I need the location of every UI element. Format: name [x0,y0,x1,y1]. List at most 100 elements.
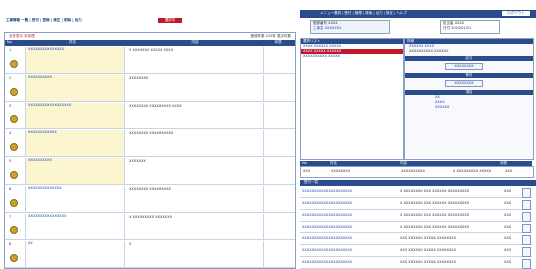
status-icon[interactable] [10,254,18,263]
status-icon[interactable] [10,115,18,124]
list-item-desc: X XXXXXXXX XXX XXXXXX XXXXXXXXX [400,189,470,193]
row-title[interactable]: XXXXXXXXXXXXXXXX [25,213,125,240]
row-title[interactable]: XXXXXXXXXXXXXX [25,185,125,212]
row-description: X XXXXXXXXX XXXXXXX [129,214,172,219]
list-item-name[interactable]: XXXXXXXXXXXXXXXXXXXXX [302,260,397,265]
row-number: 7 [9,214,12,219]
row-status [263,241,294,267]
row-description: X XXXXXXX XXXXX XXXX [129,48,174,52]
table-row[interactable]: 8 XX X [5,240,295,268]
row-title[interactable]: XXXXXXXXXXXXXXXXXX [25,102,125,129]
list-item-status: XXX [504,248,512,253]
top-nav-menu[interactable]: メニュー選択 | 受付 | 管理 | 検索 | 出力 | 設定 | ヘルプ [320,11,490,16]
status-icon[interactable] [10,59,18,68]
section-header: 条件 [405,73,533,78]
mid-table-row[interactable]: XXX XXXXXXXX XXXXXXXXXX X XXXXXXXXX XXXX… [300,166,534,178]
list-item-status: XXX [504,224,512,229]
table-row[interactable]: 3 XXXXXXXXXXXXXXXXXX XXXXXXXX XXXXXXXXX XX… [5,102,295,130]
selection-list: 選択リスト XXXX XXXXXX XXXXX XXXX XXXXX XXXXX… [300,38,404,160]
status-icon[interactable] [10,198,18,207]
row-status [263,47,294,73]
row-action-icon[interactable] [522,247,531,258]
logout-button[interactable]: ログアウト [502,11,530,16]
list-item-name[interactable]: XXXXXXXXXXXXXXXXXXXXX [302,248,397,253]
top-nav-bar: メニュー選択 | 受付 | 管理 | 検索 | 出力 | 設定 | ヘルプ ログ… [300,10,536,18]
list-item-name[interactable]: XXXXXXXXXXXXXXXXXXXXX [302,189,397,194]
row-number: 5 [9,159,12,163]
list-item-status: XXX [504,212,512,217]
info-box-2-sub: 日付 2024/01/01 [443,26,472,30]
section-header: 区分 [405,56,533,61]
table-row[interactable]: 5 XXXXXXXXXX XXXXXXX [5,157,295,185]
table-body: 1 XXXXXXXXXXXXXXX X XXXXXXX XXXXX XXXX 2 XXX… [5,46,295,268]
table-row[interactable]: 4 XXXXXXXXXXXX XXXXXXXX XXXXXXXXXX [5,129,295,157]
list-item-desc: X XXXXXXXX XXX XXXXXX XXXXXXXXX [400,224,470,229]
row-status [263,130,294,156]
left-panel: 全件表示 未処理 登録件数 120件 表示件数 No 件名 内容 状態 1 XXX… [4,32,296,269]
row-title[interactable]: XXXXXXXXXXXXXXX [25,47,125,73]
row-description: XXXXXXX [129,159,146,163]
list-item[interactable]: XXXXXXXXXXXXXXXXXXXXX X XXXXXXXX XXX XXXX… [300,198,532,210]
row-title[interactable]: XXXXXXXXXX [25,158,125,184]
detail-panel: 詳細 XXXXXX XXXX XXXXXXXXXX XXXXXX 区分 XXXX… [404,38,534,160]
list-item-name[interactable]: XXXXXXXXXXXXXXXXXXXXX [302,213,397,218]
row-action-icon[interactable] [522,235,531,246]
status-icon[interactable] [10,226,18,235]
row-title[interactable]: XXXXXXXXXX [25,74,125,101]
row-action-icon[interactable] [522,188,531,198]
row-action-icon[interactable] [522,199,531,210]
status-icon[interactable] [10,143,18,152]
row-description: XXXXXXXX XXXXXXXXXX [129,131,174,136]
row-action-icon[interactable] [522,223,531,234]
list-item-status: XXX [504,260,512,265]
row-number: 6 [9,186,12,191]
list-item[interactable]: XXXXXXXXXXXXXXXXXXXXX X XXXXXXXX XXX XXXX… [300,186,532,198]
list-item-desc: X XXXXXXXX XXX XXXXXX XXXXXXXXX [400,200,470,205]
table-row[interactable]: 2 XXXXXXXXXX XXXXXXXX [5,74,295,102]
active-tab[interactable]: 選択中 [158,18,182,23]
page-title: 工事情報 一覧 | 受付 | 登録 | 修正 | 削除 | 出力 [6,18,82,22]
row-status [263,213,294,240]
list-item-desc: X XXXXXXXX XXX XXXXXX XXXXXXXXX [400,212,470,217]
status-icon[interactable] [10,170,18,179]
list-item[interactable]: XXXXXXXXXX XXXXX [301,54,403,59]
detail-option[interactable]: XXXXXX [405,105,533,110]
list-item[interactable]: XXXXXXXXXXXXXXXXXXXXX X XXXXXXXX XXX XXXX… [300,222,532,234]
action-button[interactable]: XXXXXXXX [445,63,483,70]
row-description: X [129,242,132,247]
right-panel: 選択リスト XXXX XXXXXX XXXXX XXXX XXXXX XXXXX… [300,38,536,269]
row-number: 3 [9,103,12,108]
info-box-1-sub[interactable]: 工事名 XXXXXXX [311,26,389,31]
mid-status: XXX [505,169,513,173]
row-number: 8 [9,242,12,247]
list-item-name[interactable]: XXXXXXXXXXXXXXXXXXXXX [302,201,397,206]
column-header: 内容 [191,40,199,44]
row-number: 1 [9,48,12,52]
table-row[interactable]: 1 XXXXXXXXXXXXXXX X XXXXXXX XXXXX XXXX [5,46,295,74]
list-item-name[interactable]: XXXXXXXXXXXXXXXXXXXXX [302,236,397,241]
row-action-icon[interactable] [522,211,531,222]
row-number: 2 [9,75,12,80]
action-button[interactable]: XXXXXXXX [445,80,483,87]
mid-no: XXX [303,169,311,173]
row-action-icon[interactable] [522,259,531,269]
column-header: No [7,40,12,44]
list-item-desc: XXX XXXXXX XXXXX XXXXXXXX [400,236,457,241]
mid-name: XXXXXXXX [331,169,351,173]
table-row[interactable]: 7 XXXXXXXXXXXXXXXX X XXXXXXXXX XXXXXXX [5,213,295,241]
list-item[interactable]: XXXXXXXXXXXXXXXXXXXXX XXX XXXXXX XXXXX XX… [300,233,532,246]
list-item-name[interactable]: XXXXXXXXXXXXXXXXXXXXX [302,225,397,230]
filter-label[interactable]: 全件表示 未処理 [9,34,69,39]
list-item[interactable]: XXXXXXXXXXXXXXXXXXXXX X XXXXXXXX XXX XXXX… [300,210,532,222]
row-status [263,185,294,212]
row-title[interactable]: XXXXXXXXXXXX [25,130,125,156]
row-description: XXXXXXXX XXXXXXXXX XXXX [129,103,182,108]
status-icon[interactable] [10,87,18,96]
bottom-list: XXXXXXXXXXXXXXXXXXXXX X XXXXXXXX XXX XXXX… [300,186,532,269]
row-title[interactable]: XX [25,241,125,267]
list-item[interactable]: XXXXXXXXXXXXXXXXXXXXX XXX XXXXXX XXXXX XX… [300,257,532,269]
list-item[interactable]: XXXXXXXXXXXXXXXXXXXXX XXX XXXXXX XXXXX XX… [300,245,532,258]
mid-note: X XXXXXXXXX XXXXX [453,169,492,173]
list-item-desc: XXX XXXXXX XXXXX XXXXXXXX [400,260,457,265]
table-row[interactable]: 6 XXXXXXXXXXXXXX XXXXXXXX XXXXXXXXX [5,185,295,213]
